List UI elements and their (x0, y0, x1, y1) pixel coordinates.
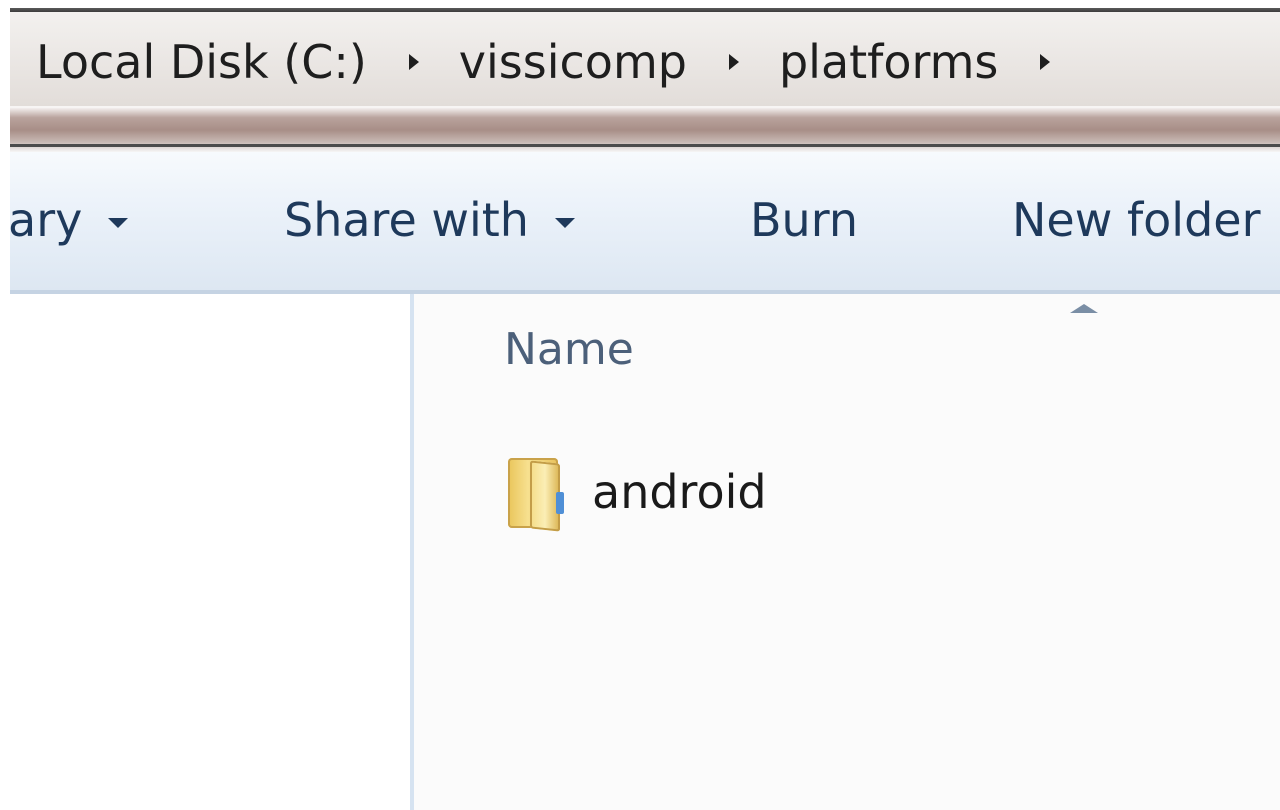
command-toolbar: ary Share with Burn New folder (8, 152, 1280, 294)
list-item[interactable]: android (504, 452, 767, 532)
breadcrumb-arrow-icon[interactable] (728, 54, 739, 70)
new-folder-button[interactable]: New folder (1012, 190, 1261, 250)
burn-label: Burn (750, 193, 858, 247)
include-in-library-label: ary (8, 193, 83, 247)
include-in-library-button[interactable]: ary (8, 190, 129, 250)
window-left-border (0, 0, 10, 810)
file-name: android (592, 465, 767, 519)
navigation-pane[interactable] (10, 294, 410, 810)
window-top-border (0, 0, 1280, 12)
folder-icon (504, 454, 566, 532)
chevron-down-icon (108, 218, 129, 228)
chevron-down-icon (554, 218, 575, 228)
address-bar[interactable]: Local Disk (C:) vissicomp platforms (10, 12, 1280, 108)
share-with-label: Share with (284, 193, 529, 247)
burn-button[interactable]: Burn (750, 190, 858, 250)
share-with-button[interactable]: Share with (284, 190, 575, 250)
explorer-window: Local Disk (C:) vissicomp platforms ary … (0, 0, 1280, 810)
sort-ascending-icon (1070, 304, 1098, 313)
breadcrumb-arrow-icon[interactable] (408, 54, 419, 70)
glass-separator (10, 108, 1280, 152)
breadcrumb: Local Disk (C:) vissicomp platforms (36, 34, 1090, 90)
column-header-name[interactable]: Name (504, 324, 634, 375)
file-list[interactable]: Name android (414, 294, 1280, 810)
new-folder-label: New folder (1012, 193, 1261, 247)
breadcrumb-item-platforms[interactable]: platforms (779, 35, 998, 89)
breadcrumb-item-local-disk[interactable]: Local Disk (C:) (36, 35, 367, 89)
breadcrumb-arrow-icon[interactable] (1040, 54, 1051, 70)
breadcrumb-item-vissicomp[interactable]: vissicomp (459, 35, 687, 89)
